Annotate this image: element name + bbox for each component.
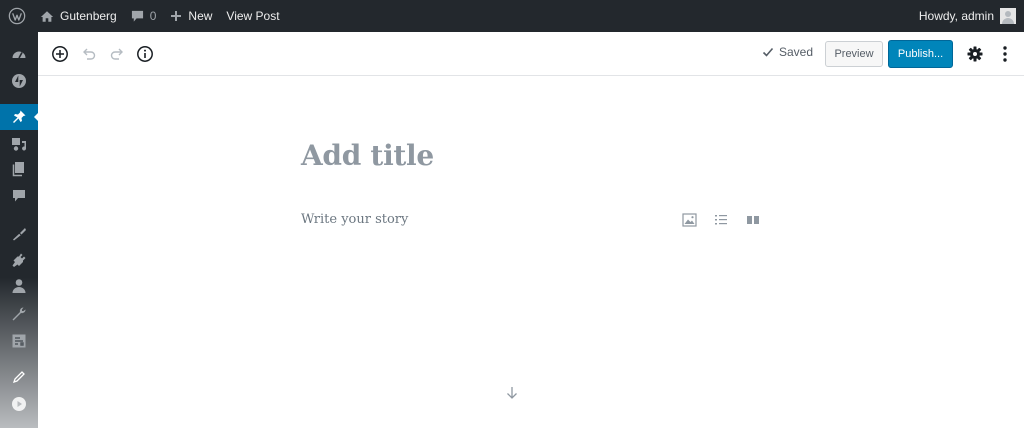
scroll-down-arrow[interactable] — [504, 385, 520, 401]
comment-bubble-icon — [131, 10, 143, 22]
preview-button[interactable]: Preview — [825, 41, 883, 67]
admin-bar: Gutenberg 0 New View Post Howdy, admin — [0, 0, 1024, 32]
pin-icon — [13, 110, 26, 123]
plus-circle-icon — [52, 46, 68, 62]
sidebar-item-tools[interactable] — [0, 302, 38, 326]
save-status: Saved — [762, 45, 813, 59]
tools-icon — [12, 307, 26, 321]
info-icon — [137, 46, 153, 62]
add-block-button[interactable] — [49, 43, 71, 65]
post-title-input[interactable]: Add title — [301, 139, 434, 172]
plugins-icon — [12, 253, 26, 267]
comments-link[interactable]: 0 — [131, 0, 157, 32]
pages-icon — [12, 162, 24, 177]
list-icon — [715, 215, 727, 225]
sidebar-item-comments[interactable] — [0, 184, 38, 208]
insert-columns-button[interactable] — [744, 211, 762, 229]
sidebar-item-gutenberg[interactable] — [0, 365, 38, 389]
jetpack-icon — [12, 74, 26, 88]
insert-image-button[interactable] — [680, 211, 698, 229]
undo-button[interactable] — [78, 43, 100, 65]
media-icon — [12, 138, 27, 151]
sidebar-item-play[interactable] — [0, 392, 38, 416]
home-icon — [40, 10, 54, 22]
sidebar-item-users[interactable] — [0, 274, 38, 298]
more-vertical-icon — [1003, 46, 1007, 62]
image-icon — [681, 213, 697, 227]
view-post-link[interactable]: View Post — [226, 0, 279, 32]
settings-icon — [12, 334, 26, 348]
comments-icon — [13, 190, 25, 202]
new-label: New — [188, 9, 213, 23]
view-post-label: View Post — [226, 9, 280, 23]
sidebar-item-media[interactable] — [0, 132, 38, 156]
gear-icon — [967, 46, 983, 62]
checkmark-icon — [762, 47, 774, 57]
insert-list-button[interactable] — [712, 211, 730, 229]
plus-icon — [171, 11, 182, 21]
redo-button[interactable] — [106, 43, 128, 65]
admin-bar-left: Gutenberg 0 New View Post — [8, 0, 294, 32]
sidebar-item-settings[interactable] — [0, 329, 38, 353]
columns-icon — [747, 216, 759, 224]
content-info-button[interactable] — [134, 43, 156, 65]
sidebar-item-dashboard[interactable] — [0, 42, 38, 66]
dashboard-icon — [12, 51, 26, 59]
arrow-down-icon — [507, 387, 517, 399]
wordpress-logo-icon — [8, 7, 26, 25]
my-account-link[interactable]: Howdy, admin — [919, 0, 1016, 32]
avatar — [1000, 8, 1016, 24]
save-status-label: Saved — [779, 45, 814, 59]
sidebar-item-pages[interactable] — [0, 157, 38, 181]
undo-icon — [83, 48, 96, 60]
appearance-icon — [13, 228, 26, 241]
gutenberg-icon — [12, 371, 25, 384]
play-icon — [12, 397, 26, 411]
users-icon — [12, 279, 26, 293]
sidebar-item-appearance[interactable] — [0, 222, 38, 246]
site-name-link[interactable]: Gutenberg — [40, 0, 117, 32]
comments-count: 0 — [149, 9, 157, 23]
greeting-label: Howdy, admin — [918, 9, 994, 23]
publish-button[interactable]: Publish... — [888, 40, 953, 68]
editor-header: Saved Preview Publish... — [38, 32, 1024, 76]
more-options-button[interactable] — [994, 43, 1016, 65]
sidebar-item-posts[interactable] — [0, 104, 39, 130]
settings-toggle-button[interactable] — [964, 43, 986, 65]
new-content-link[interactable]: New — [170, 0, 212, 32]
wordpress-logo-button[interactable] — [8, 0, 26, 32]
site-name-label: Gutenberg — [60, 9, 117, 23]
sidebar-item-plugins[interactable] — [0, 248, 38, 272]
sidebar-item-jetpack[interactable] — [0, 69, 38, 93]
admin-sidebar — [0, 32, 39, 428]
redo-icon — [110, 48, 123, 60]
post-body-placeholder[interactable]: Write your story — [301, 212, 408, 227]
